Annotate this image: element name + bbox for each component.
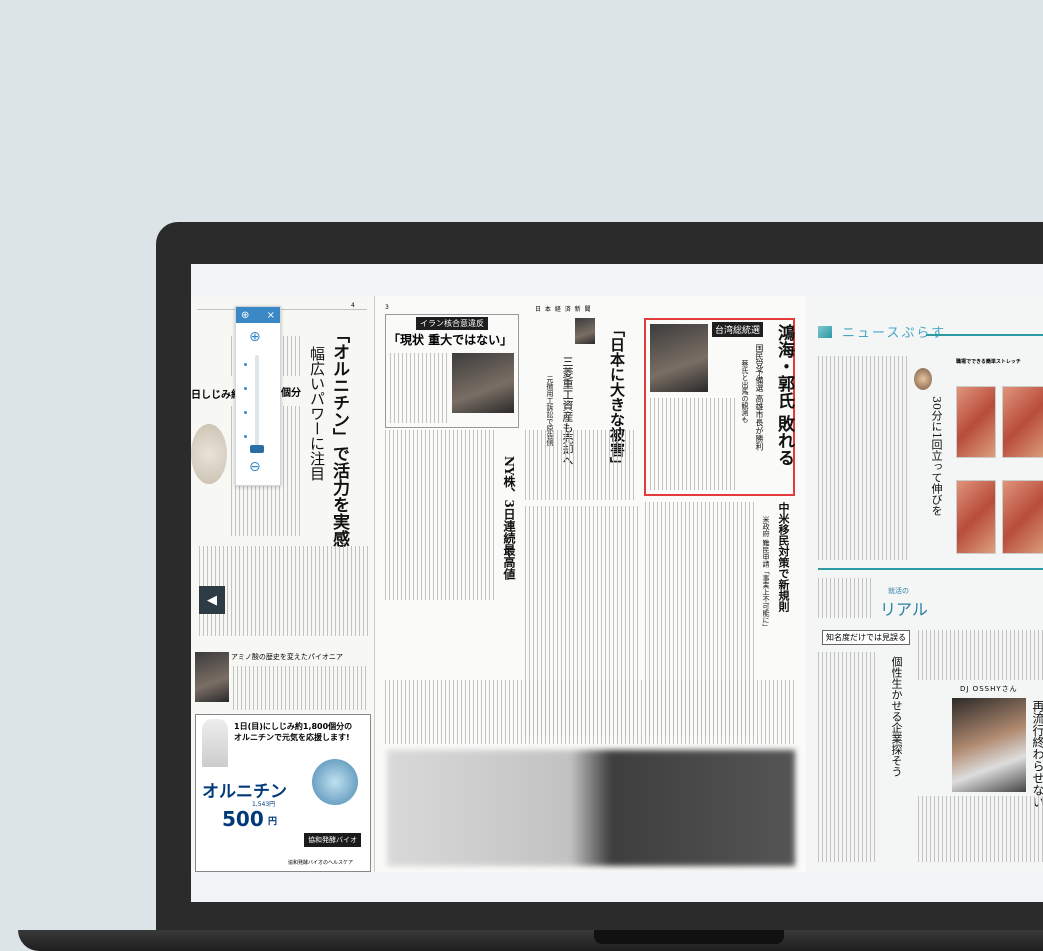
body-text-block xyxy=(385,430,495,600)
zoom-in-icon[interactable]: ⊕ xyxy=(241,310,249,321)
shukatsu-title: リアル xyxy=(880,600,928,619)
close-icon[interactable]: × xyxy=(267,310,275,321)
stretch-photo xyxy=(956,386,996,458)
body-text-block xyxy=(818,356,910,560)
ad-price: 500 xyxy=(222,807,264,831)
ornithine-ad[interactable]: 1日(目)にしじみ約1,800個分の オルニチンで元気を応援します! オルニチン… xyxy=(195,714,371,872)
stretch-photo xyxy=(1002,386,1043,458)
body-text-block xyxy=(818,578,874,618)
highlighted-article[interactable]: 台湾総統選 鴻海・郭氏 敗れる 国民党予備選 高雄市長が勝利 蔡氏と出馬の観測も xyxy=(644,318,795,496)
kosei-headline: 個性生かせる企業探そう xyxy=(890,656,903,777)
ad-price-unit: 円 xyxy=(268,817,278,827)
zoom-step-dot[interactable] xyxy=(244,411,247,414)
ad-fine-print xyxy=(202,833,298,855)
portrait-photo xyxy=(575,318,595,344)
section-divider xyxy=(818,568,1043,570)
taiwan-sub-2: 蔡氏と出馬の観測も xyxy=(741,360,749,423)
body-text-block xyxy=(918,630,1043,680)
stretch-photo xyxy=(956,480,996,554)
zoom-slider-handle[interactable] xyxy=(250,445,264,453)
newspaper-viewer-screen: 4 「オルニチン」で活力を実感 幅広いパワーに注目 日しじみ約 個分 アミノ酸の… xyxy=(191,264,1043,902)
shellfish-photo xyxy=(191,424,227,484)
zoom-step-dot[interactable] xyxy=(244,363,247,366)
page-header-rule xyxy=(197,306,367,310)
headline-ny-stocks: NY株、3日連続最高値 xyxy=(502,456,516,580)
zoom-slider-track[interactable] xyxy=(255,355,259,451)
taiwan-label: 台湾総統選 xyxy=(712,322,764,337)
body-text-block xyxy=(385,680,795,744)
blurred-advertisement[interactable] xyxy=(387,750,795,866)
previous-page-button[interactable]: ◀ xyxy=(199,586,225,614)
body-text-block xyxy=(390,353,448,423)
shukatsu-label: 就活の xyxy=(888,587,909,595)
newspaper-masthead: 日 本 経 済 新 聞 xyxy=(535,306,592,313)
section-header: ニュースぷらす xyxy=(842,326,947,341)
iran-label: イラン核合意違反 xyxy=(416,317,488,330)
author-avatar xyxy=(914,368,932,390)
strip-text-2: 個分 xyxy=(281,388,301,399)
body-text-block xyxy=(525,430,635,500)
iran-headline: 「現状 重大ではない」 xyxy=(388,333,513,347)
chimei-label: 知名度だけでは見誤る xyxy=(822,630,910,645)
zoom-panel-header: ⊕ × xyxy=(236,307,280,323)
zoom-step-dot[interactable] xyxy=(244,387,247,390)
laptop-notch xyxy=(594,930,784,944)
iran-box: イラン核合意違反 「現状 重大ではない」 xyxy=(385,314,519,428)
iran-photo xyxy=(452,353,514,413)
pioneer-photo xyxy=(195,652,229,702)
ad-line-2: オルニチンで元気を応援します! xyxy=(234,733,350,742)
page-number: 3 xyxy=(385,304,389,311)
zoom-panel: ⊕ × ⊕ ⊖ xyxy=(235,306,281,486)
body-text-block xyxy=(650,398,736,490)
strip-text: 日しじみ約 xyxy=(191,390,241,401)
sub-immigration: 米政府 難民申請「事実上不可能に」 xyxy=(762,516,770,631)
left-page[interactable]: 4 「オルニチン」で活力を実感 幅広いパワーに注目 日しじみ約 個分 アミノ酸の… xyxy=(191,296,374,872)
doctor-figure xyxy=(202,719,228,767)
headline-power: 幅広いパワーに注目 xyxy=(308,346,326,481)
ad-footer: 協和発酵バイオのヘルスケア xyxy=(288,860,354,866)
ad-line-1: 1日(目)にしじみ約1,800個分の xyxy=(234,722,353,731)
body-text-block xyxy=(233,666,369,710)
section-mark-icon xyxy=(818,326,832,338)
stretch-title: 職場でできる簡単ストレッチ xyxy=(956,359,1021,365)
dj-photo xyxy=(952,698,1026,792)
body-text-block xyxy=(918,796,1043,862)
center-page[interactable]: 3 日 本 経 済 新 聞 イラン核合意違反 「現状 重大ではない」 「日本に大… xyxy=(374,296,808,872)
right-page[interactable]: ニュースぷらす 職場でできる簡単ストレッチ 30分に1回立って伸びを 就活の リ… xyxy=(806,296,1043,872)
page-number: 4 xyxy=(351,302,355,309)
header-rule xyxy=(926,334,1043,336)
zoom-out-button[interactable]: ⊖ xyxy=(249,459,261,475)
taiwan-headline: 鴻海・郭氏 敗れる xyxy=(774,324,794,466)
section-title: アミノ酸の歴史を変えたパイオニア xyxy=(231,653,343,661)
ad-company: 協和発酵バイオ xyxy=(304,833,361,847)
headline-ornithine: 「オルニチン」で活力を実感 xyxy=(329,326,349,547)
dj-label: DJ OSSHYさん xyxy=(960,685,1018,693)
taiwan-sub-1: 国民党予備選 高雄市長が勝利 xyxy=(755,344,764,451)
laptop-base xyxy=(18,930,1043,951)
stretch-headline: 30分に1回立って伸びを xyxy=(930,396,943,516)
zoom-step-dot[interactable] xyxy=(244,435,247,438)
taiwan-photo xyxy=(650,324,708,392)
body-text-block xyxy=(818,652,878,862)
stretch-photo xyxy=(1002,480,1043,554)
product-bottle-badge xyxy=(312,759,358,805)
zoom-in-button[interactable]: ⊕ xyxy=(249,329,261,345)
headline-immigration: 中米移民対策で新規則 xyxy=(777,502,790,612)
